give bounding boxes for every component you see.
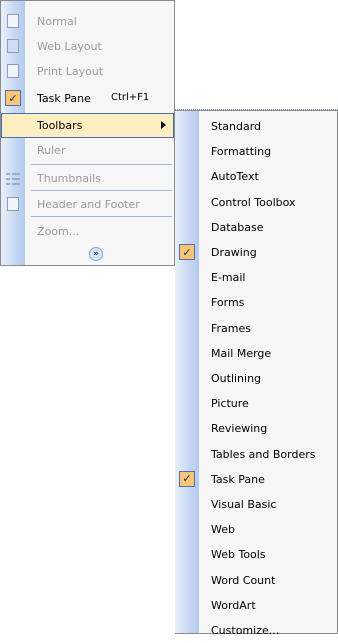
view-menu: Normal Web Layout Print Layout ✓ Task Pa… bbox=[0, 0, 175, 266]
menu-item-print-layout[interactable]: Print Layout bbox=[1, 59, 174, 84]
toolbar-item-e-mail[interactable]: E-mail bbox=[175, 265, 337, 290]
menu-item-ruler[interactable]: Ruler bbox=[1, 138, 174, 163]
toolbar-item-control-toolbox[interactable]: Control Toolbox bbox=[175, 190, 337, 215]
header-footer-icon bbox=[5, 196, 21, 212]
toolbar-item-picture[interactable]: Picture bbox=[175, 391, 337, 416]
toolbar-item-task-pane[interactable]: ✓ Task Pane bbox=[175, 467, 337, 492]
checkmark-icon: ✓ bbox=[179, 470, 195, 487]
toolbar-item-formatting[interactable]: Formatting bbox=[175, 139, 337, 164]
menu-item-zoom[interactable]: Zoom... bbox=[1, 219, 174, 244]
toolbar-item-database[interactable]: Database bbox=[175, 215, 337, 240]
web-layout-icon bbox=[5, 38, 21, 54]
menu-item-web-layout[interactable]: Web Layout bbox=[1, 34, 174, 59]
toolbar-item-autotext[interactable]: AutoText bbox=[175, 164, 337, 189]
toolbars-submenu: Standard Formatting AutoText Control Toolbo… bbox=[175, 110, 338, 637]
menu-separator bbox=[31, 164, 172, 165]
toolbar-item-visual-basic[interactable]: Visual Basic bbox=[175, 492, 337, 517]
normal-view-icon bbox=[5, 13, 21, 29]
checkmark-icon: ✓ bbox=[5, 90, 21, 106]
toolbar-item-frames[interactable]: Frames bbox=[175, 316, 337, 341]
toolbar-item-reviewing[interactable]: Reviewing bbox=[175, 416, 337, 441]
toolbar-item-customize[interactable]: Customize... bbox=[175, 618, 337, 643]
document-area-edge bbox=[174, 0, 338, 110]
menu-item-task-pane[interactable]: ✓ Task Pane Ctrl+F1 bbox=[1, 86, 174, 111]
toolbar-item-drawing[interactable]: ✓ Drawing bbox=[175, 240, 337, 265]
menu-item-normal[interactable]: Normal bbox=[1, 9, 174, 34]
menu-item-toolbars[interactable]: Toolbars bbox=[1, 113, 174, 138]
toolbar-item-web-tools[interactable]: Web Tools bbox=[175, 542, 337, 567]
toolbar-item-outlining[interactable]: Outlining bbox=[175, 366, 337, 391]
toolbar-item-wordart[interactable]: WordArt bbox=[175, 593, 337, 618]
toolbar-item-standard[interactable]: Standard bbox=[175, 114, 337, 139]
menu-separator bbox=[31, 190, 172, 191]
toolbar-item-web[interactable]: Web bbox=[175, 517, 337, 542]
toolbar-item-forms[interactable]: Forms bbox=[175, 290, 337, 315]
menu-item-thumbnails[interactable]: Thumbnails bbox=[1, 166, 174, 191]
submenu-arrow-icon bbox=[161, 121, 166, 129]
thumbnails-icon bbox=[5, 170, 21, 186]
expand-menu-icon[interactable]: » bbox=[89, 247, 103, 261]
print-layout-icon bbox=[5, 63, 21, 79]
toolbar-item-mail-merge[interactable]: Mail Merge bbox=[175, 341, 337, 366]
toolbar-item-word-count[interactable]: Word Count bbox=[175, 568, 337, 593]
menu-item-header-footer[interactable]: Header and Footer bbox=[1, 192, 174, 217]
toolbar-item-tables-and-borders[interactable]: Tables and Borders bbox=[175, 442, 337, 467]
checkmark-icon: ✓ bbox=[179, 244, 195, 260]
menu-separator bbox=[31, 216, 172, 217]
